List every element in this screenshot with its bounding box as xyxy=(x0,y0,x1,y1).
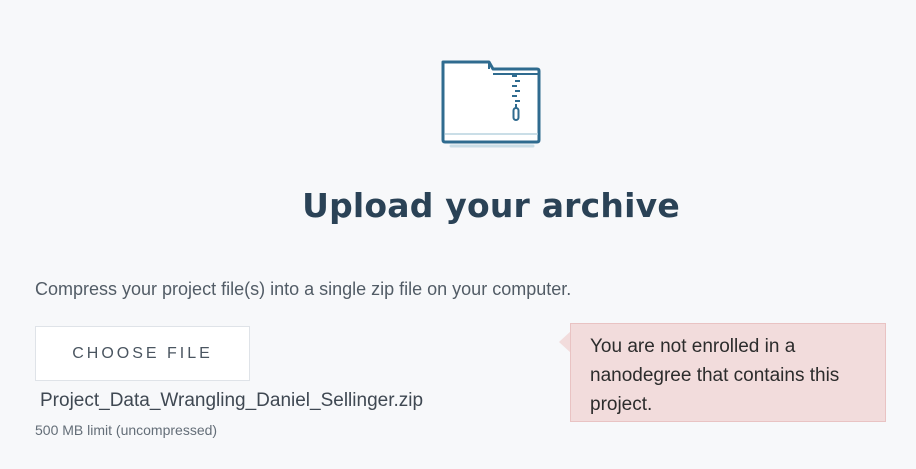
upload-instructions: Compress your project file(s) into a sin… xyxy=(35,279,572,299)
alert-message: You are not enrolled in a nanodegree tha… xyxy=(590,336,840,415)
enrollment-alert: You are not enrolled in a nanodegree tha… xyxy=(570,323,886,422)
file-size-limit: 500 MB limit (uncompressed) xyxy=(35,422,218,438)
selected-file-name: Project_Data_Wrangling_Daniel_Sellinger.… xyxy=(40,390,424,411)
choose-file-button[interactable]: CHOOSE FILE xyxy=(35,326,250,381)
zip-folder-icon xyxy=(441,60,541,148)
page-title: Upload your archive xyxy=(302,186,680,225)
